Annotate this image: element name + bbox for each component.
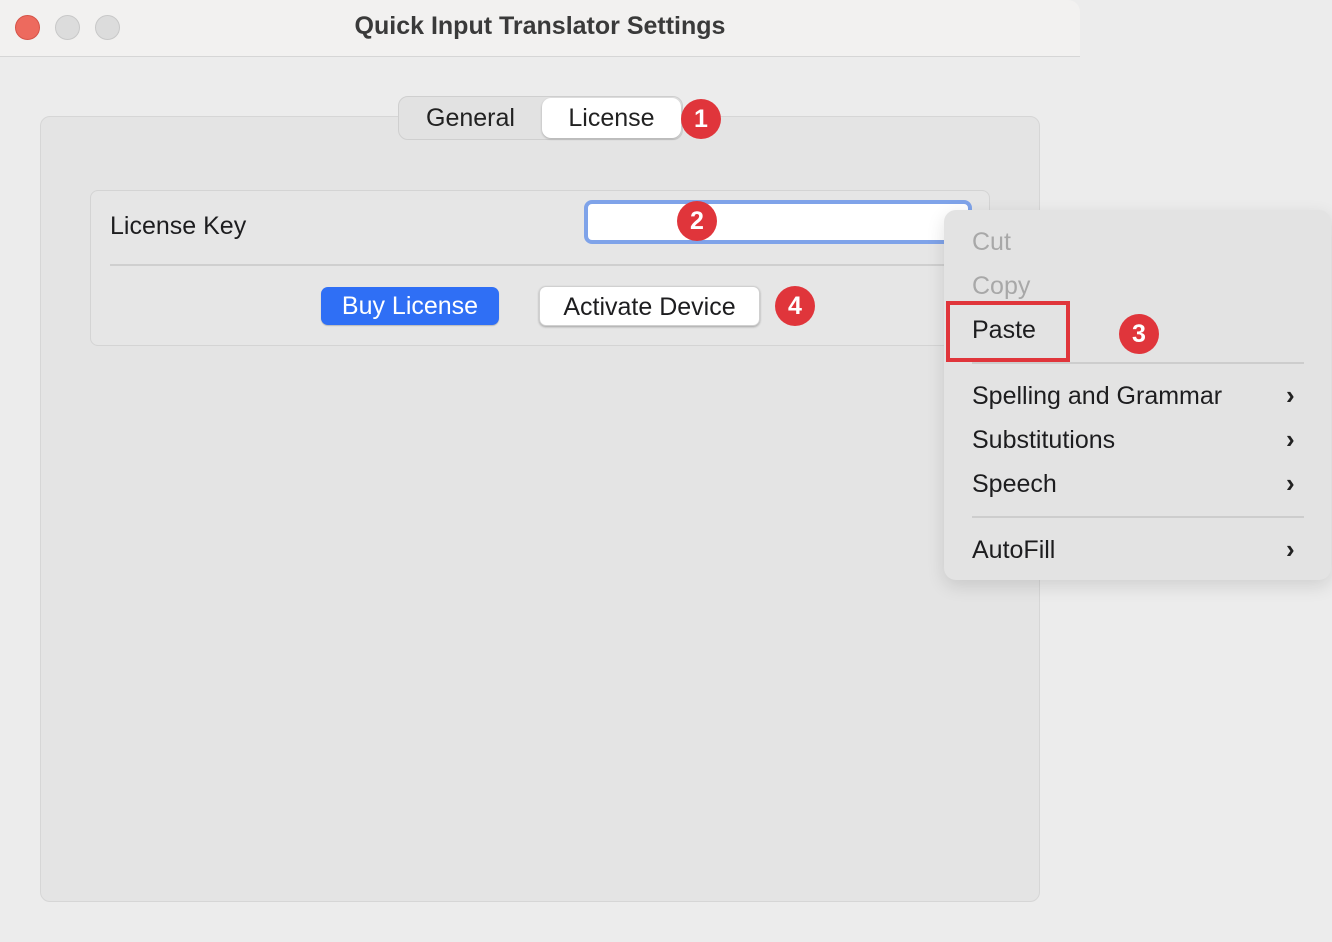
annotation-badge-3: 3 [1119,314,1159,354]
paste-highlight-box [946,301,1070,362]
chevron-right-icon: › [1286,380,1295,410]
menu-item-copy: Copy [972,272,1031,300]
annotation-badge-2: 2 [677,201,717,241]
menu-item-spelling-grammar[interactable]: Spelling and Grammar [972,382,1222,411]
license-key-label: License Key [110,212,247,240]
menu-item-speech[interactable]: Speech [972,470,1057,499]
chevron-right-icon: › [1286,424,1295,454]
annotation-badge-4: 4 [775,286,815,326]
tab-license[interactable]: License [542,98,681,138]
menu-item-cut: Cut [972,228,1011,256]
license-key-input[interactable] [584,200,972,244]
annotation-badge-1: 1 [681,99,721,139]
group-divider [110,264,970,266]
menu-item-autofill[interactable]: AutoFill [972,536,1055,565]
menu-separator [972,516,1304,518]
tab-general[interactable]: General [399,97,542,139]
chevron-right-icon: › [1286,468,1295,498]
title-bar: Quick Input Translator Settings [0,0,1080,57]
menu-item-substitutions[interactable]: Substitutions [972,426,1115,455]
tab-bar: General License [398,96,683,140]
chevron-right-icon: › [1286,534,1295,564]
buy-license-button[interactable]: Buy License [321,287,499,325]
settings-window: Quick Input Translator Settings General … [0,0,1080,942]
menu-separator [972,362,1304,364]
window-title: Quick Input Translator Settings [354,12,726,40]
activate-device-button[interactable]: Activate Device [539,286,760,326]
